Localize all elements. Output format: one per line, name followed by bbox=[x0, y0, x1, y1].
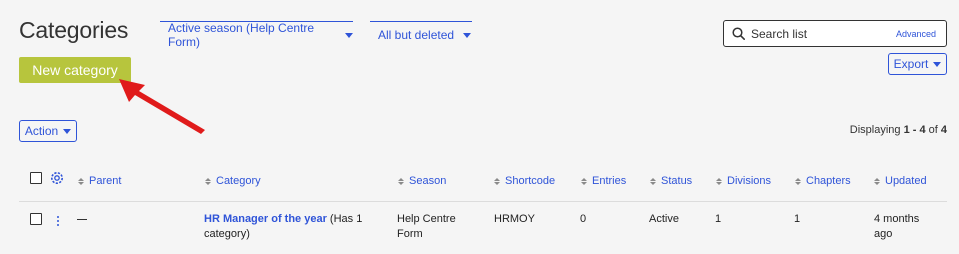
column-label: Category bbox=[216, 175, 261, 187]
column-chapters[interactable]: Chapters bbox=[795, 175, 851, 187]
chevron-down-icon bbox=[63, 128, 72, 134]
chevron-down-icon bbox=[463, 32, 472, 38]
updated-cell: 4 months ago bbox=[874, 212, 919, 242]
kebab-menu-icon[interactable] bbox=[56, 216, 60, 228]
column-label: Shortcode bbox=[505, 175, 556, 187]
updated-line-2: ago bbox=[874, 228, 893, 240]
column-label: Season bbox=[409, 175, 447, 187]
red-arrow-icon bbox=[119, 79, 205, 134]
season-line-1: Help Centre bbox=[397, 213, 456, 225]
sort-icon bbox=[874, 177, 880, 185]
column-status[interactable]: Status bbox=[650, 175, 692, 187]
column-label: Divisions bbox=[727, 175, 772, 187]
gear-icon[interactable] bbox=[50, 171, 64, 185]
sort-icon bbox=[494, 177, 500, 185]
sort-icon bbox=[581, 177, 587, 185]
table-header: Parent Category Season Shortcode Entries… bbox=[0, 170, 959, 192]
column-label: Entries bbox=[592, 175, 627, 187]
divisions-cell: 1 bbox=[715, 213, 722, 225]
chevron-down-icon bbox=[345, 32, 353, 38]
column-updated[interactable]: Updated bbox=[874, 175, 927, 187]
pagination-prefix: Displaying bbox=[849, 124, 904, 136]
deleted-filter-dropdown[interactable]: All but deleted bbox=[370, 21, 472, 47]
column-entries[interactable]: Entries bbox=[581, 175, 626, 187]
entries-cell: 0 bbox=[580, 213, 587, 225]
column-season[interactable]: Season bbox=[398, 175, 446, 187]
sort-icon bbox=[205, 177, 211, 185]
table-divider bbox=[19, 201, 947, 202]
season-line-2: Form bbox=[397, 228, 423, 240]
column-label: Updated bbox=[885, 175, 927, 187]
chevron-down-icon bbox=[933, 61, 942, 67]
export-button-label: Export bbox=[893, 57, 929, 71]
export-button[interactable]: Export bbox=[888, 53, 947, 75]
pagination-summary: Displaying 1 - 4 of 4 bbox=[850, 124, 947, 136]
category-suffix-line2: category) bbox=[204, 228, 250, 240]
search-icon bbox=[732, 27, 745, 40]
sort-icon bbox=[795, 177, 801, 185]
search-input[interactable]: Search list bbox=[751, 27, 807, 41]
column-label: Parent bbox=[89, 175, 122, 187]
shortcode-cell: HRMOY bbox=[494, 213, 535, 225]
select-all-checkbox[interactable] bbox=[30, 172, 42, 184]
page-title: Categories bbox=[19, 17, 129, 43]
category-cell: HR Manager of the year (Has 1 category) bbox=[204, 212, 394, 242]
status-cell: Active bbox=[649, 213, 679, 225]
season-cell: Help Centre Form bbox=[397, 212, 456, 242]
search-box[interactable]: Search list Advanced bbox=[723, 20, 947, 47]
column-shortcode[interactable]: Shortcode bbox=[494, 175, 555, 187]
action-button-label: Action bbox=[24, 124, 59, 138]
pagination-of: of bbox=[925, 124, 941, 136]
category-suffix: (Has 1 bbox=[326, 213, 363, 225]
action-button[interactable]: Action bbox=[19, 120, 77, 142]
deleted-filter-label: All but deleted bbox=[378, 27, 455, 42]
sort-icon bbox=[650, 177, 656, 185]
column-parent[interactable]: Parent bbox=[78, 175, 121, 187]
season-filter-dropdown[interactable]: Active season (Help Centre Form) bbox=[160, 20, 353, 49]
updated-line-1: 4 months bbox=[874, 213, 920, 225]
sort-icon bbox=[398, 177, 404, 185]
sort-icon bbox=[78, 177, 84, 185]
parent-empty-dash bbox=[77, 219, 87, 220]
pagination-total: 4 bbox=[940, 124, 947, 136]
sort-icon bbox=[716, 177, 722, 185]
pagination-range: 1 - 4 bbox=[903, 124, 926, 136]
chapters-cell: 1 bbox=[794, 213, 801, 225]
season-filter-label: Active season (Help Centre Form) bbox=[168, 20, 315, 49]
column-label: Chapters bbox=[806, 175, 851, 187]
column-label: Status bbox=[661, 175, 693, 187]
column-divisions[interactable]: Divisions bbox=[716, 175, 771, 187]
column-category[interactable]: Category bbox=[205, 175, 261, 187]
row-checkbox[interactable] bbox=[30, 213, 42, 225]
category-link[interactable]: HR Manager of the year bbox=[204, 213, 327, 225]
advanced-search-link[interactable]: Advanced bbox=[896, 29, 936, 39]
